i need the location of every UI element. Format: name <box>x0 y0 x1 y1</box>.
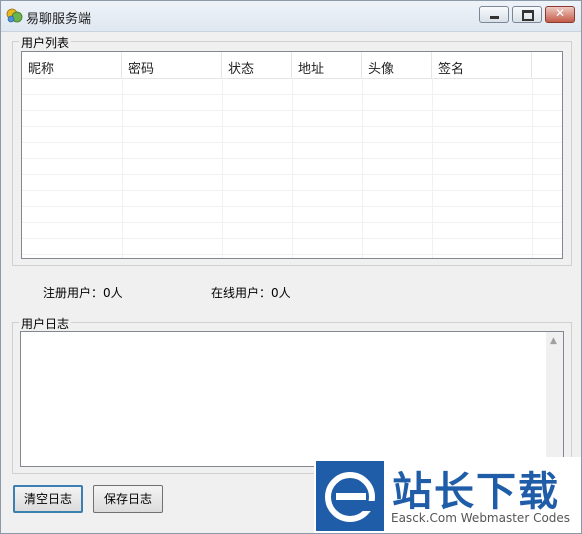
clear-log-button[interactable]: 清空日志 <box>13 485 83 513</box>
column-header-filler <box>532 52 562 78</box>
grid-column-line <box>432 78 433 258</box>
online-users-count: 0人 <box>271 286 291 300</box>
save-log-button[interactable]: 保存日志 <box>93 485 163 513</box>
registered-users-count: 0人 <box>103 286 123 300</box>
app-window: 易聊服务端 ✕ 用户列表 昵称 密码 状态 地址 头像 签名 注册用户：0人 在… <box>0 0 582 534</box>
watermark-title: 站长下载 <box>392 469 560 515</box>
watermark-subtitle: Easck.Com Webmaster Codes <box>391 511 571 525</box>
log-scrollbar[interactable]: ▲ <box>546 332 563 466</box>
watermark: 站长下载 Easck.Com Webmaster Codes <box>314 457 581 533</box>
grid-column-line <box>222 78 223 258</box>
user-log-label: 用户日志 <box>19 315 72 332</box>
window-title: 易聊服务端 <box>26 12 92 27</box>
maximize-button[interactable] <box>512 6 542 23</box>
column-header-nickname[interactable]: 昵称 <box>22 52 122 78</box>
online-users-stat: 在线用户：0人 <box>211 284 291 301</box>
column-header-password[interactable]: 密码 <box>122 52 222 78</box>
registered-users-stat: 注册用户：0人 <box>43 284 123 301</box>
title-bar[interactable]: 易聊服务端 ✕ <box>1 1 581 32</box>
column-header-signature[interactable]: 签名 <box>432 52 532 78</box>
minimize-button[interactable] <box>479 6 509 23</box>
user-list-label: 用户列表 <box>19 34 72 51</box>
column-header-status[interactable]: 状态 <box>222 52 292 78</box>
watermark-logo-icon <box>316 461 384 531</box>
grid-column-line <box>362 78 363 258</box>
app-icon <box>6 8 23 23</box>
registered-users-label: 注册用户： <box>43 286 104 300</box>
grid-column-line <box>532 78 533 258</box>
minimize-icon <box>490 16 499 19</box>
user-log-textarea[interactable]: ▲ <box>20 331 564 467</box>
grid-column-line <box>122 78 123 258</box>
column-header-address[interactable]: 地址 <box>292 52 362 78</box>
user-list-table[interactable]: 昵称 密码 状态 地址 头像 签名 <box>21 51 563 259</box>
maximize-icon <box>522 10 534 21</box>
scroll-up-icon[interactable]: ▲ <box>550 336 557 346</box>
close-button[interactable]: ✕ <box>545 6 575 23</box>
close-icon: ✕ <box>554 6 566 20</box>
online-users-label: 在线用户： <box>211 286 272 300</box>
grid-column-line <box>292 78 293 258</box>
table-header: 昵称 密码 状态 地址 头像 签名 <box>22 52 562 79</box>
column-header-avatar[interactable]: 头像 <box>362 52 432 78</box>
